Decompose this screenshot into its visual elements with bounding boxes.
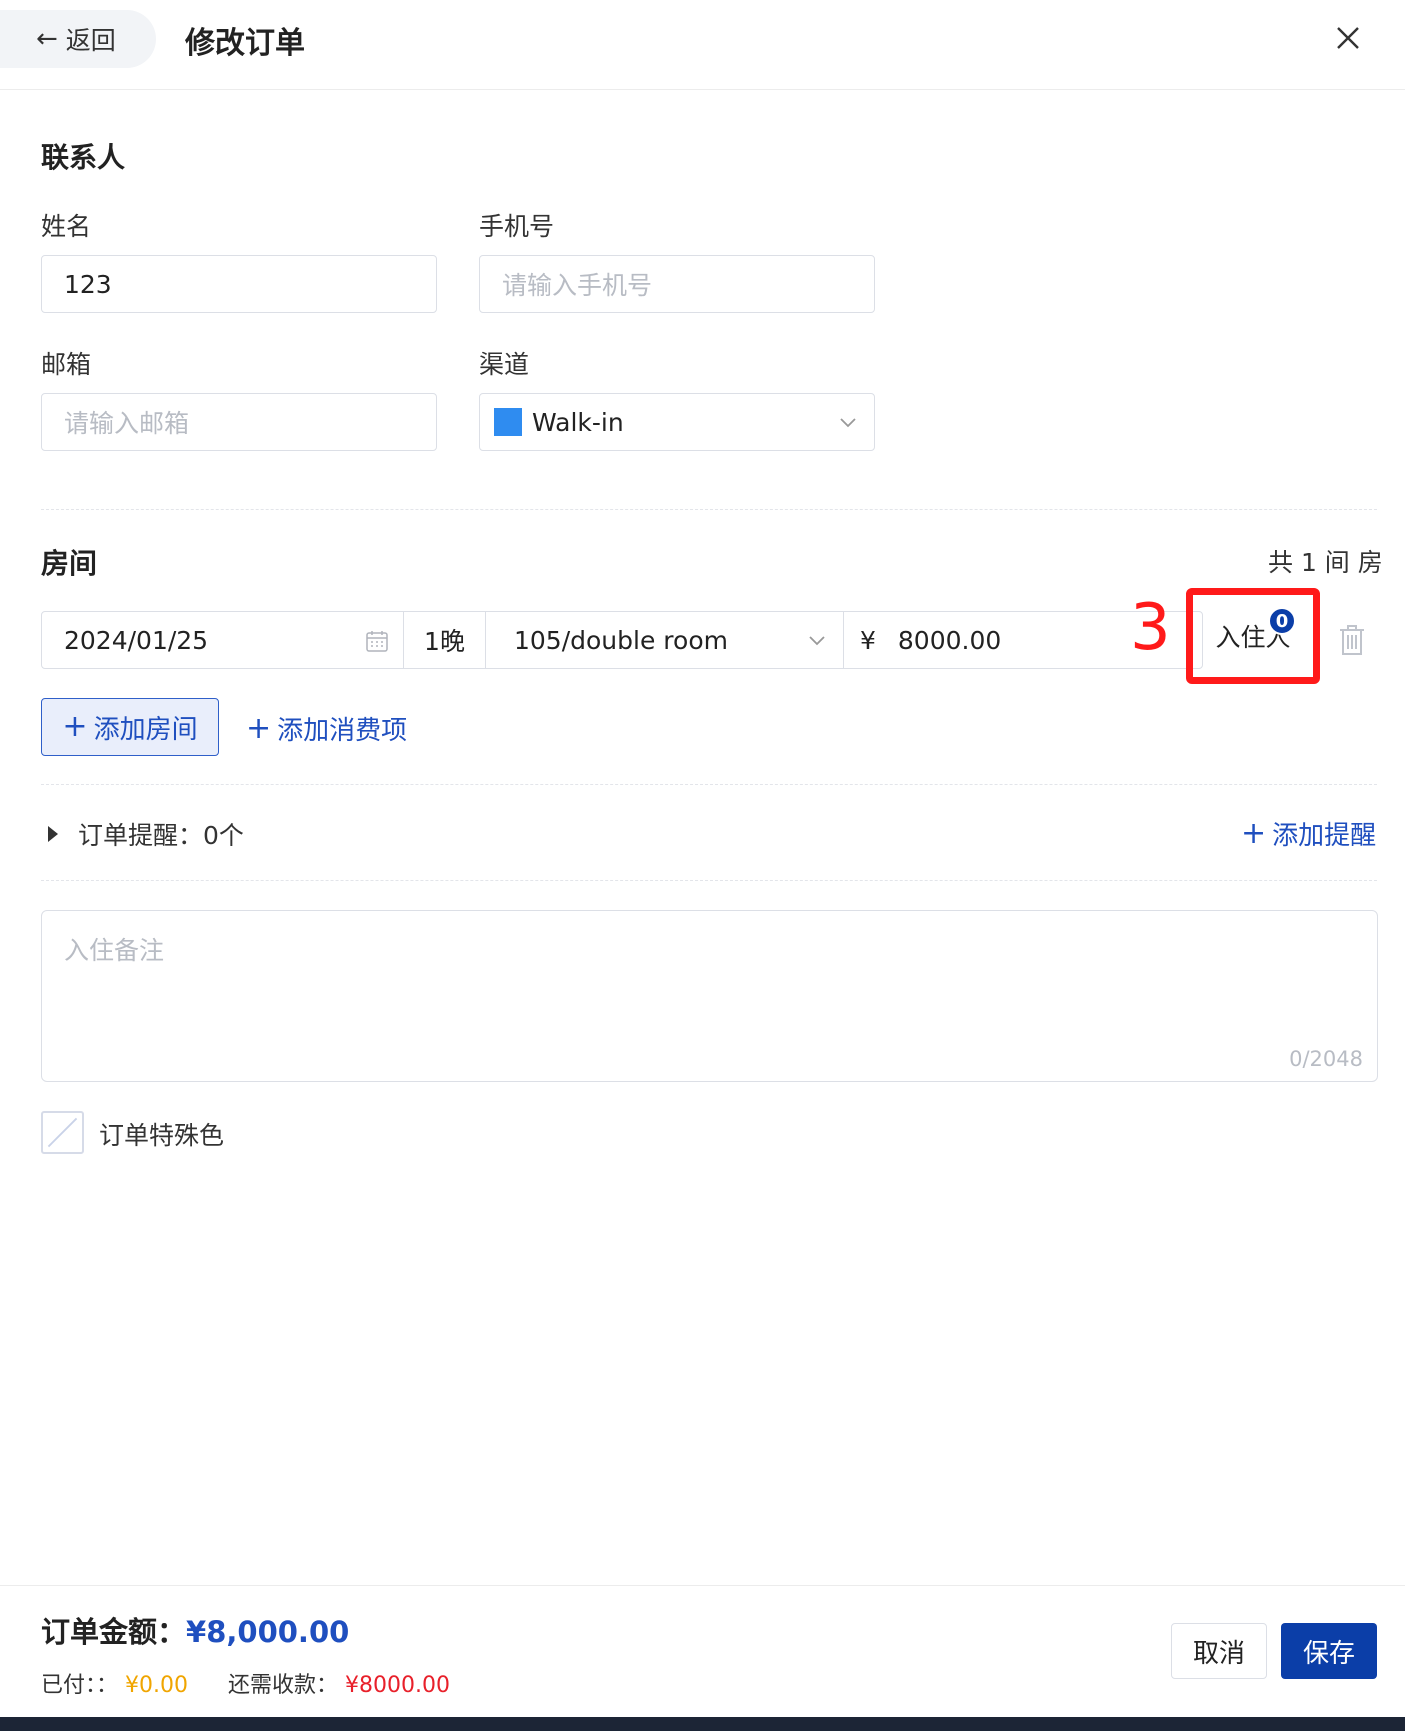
contact-section-title: 联系人	[41, 141, 126, 174]
email-label: 邮箱	[41, 350, 92, 379]
add-expense-label: 添加消费项	[277, 716, 408, 746]
room-count: 共 1 间 房	[1268, 548, 1383, 577]
rooms-section-title: 房间	[41, 547, 98, 580]
section-divider	[41, 509, 1377, 510]
name-label: 姓名	[41, 212, 92, 241]
due-value: ¥8000.00	[345, 1673, 450, 1698]
section-divider	[41, 880, 1377, 881]
order-total: 订单金额：¥8,000.00	[41, 1609, 349, 1651]
notes-placeholder: 入住备注	[64, 936, 165, 965]
paid-label: 已付：：	[41, 1673, 119, 1698]
date-picker[interactable]: 2024/01/25	[41, 611, 404, 669]
special-color-label: 订单特殊色	[99, 1121, 225, 1150]
taskbar-strip	[0, 1717, 1405, 1731]
phone-input[interactable]: 请输入手机号	[479, 255, 875, 313]
cancel-button[interactable]: 取消	[1171, 1623, 1267, 1679]
payment-summary: 已付：： ¥0.00 还需收款： ¥8000.00	[41, 1667, 450, 1699]
date-value: 2024/01/25	[64, 625, 209, 655]
plus-icon: +	[246, 710, 272, 746]
step-annotation: 3	[1130, 591, 1171, 665]
channel-color-swatch	[494, 408, 522, 436]
add-reminder-label: 添加提醒	[1272, 821, 1377, 851]
caret-right-icon	[48, 826, 58, 842]
nights-value: 1晚	[424, 627, 465, 656]
notes-counter: 0/2048	[1289, 1047, 1363, 1071]
phone-placeholder: 请输入手机号	[502, 271, 653, 300]
channel-value: Walk-in	[532, 407, 624, 437]
nights-field[interactable]: 1晚	[403, 611, 486, 669]
add-room-label: 添加房间	[93, 714, 198, 745]
email-placeholder: 请输入邮箱	[64, 409, 190, 438]
notes-textarea[interactable]: 入住备注 0/2048	[41, 910, 1378, 1082]
save-button[interactable]: 保存	[1281, 1623, 1377, 1679]
guest-button[interactable]: 入住人	[1186, 588, 1320, 684]
add-reminder-button[interactable]: + 添加提醒	[1241, 815, 1376, 852]
trash-icon[interactable]	[1338, 624, 1366, 656]
arrow-left-icon: ←	[36, 24, 58, 54]
plus-icon: +	[62, 709, 88, 744]
close-icon[interactable]	[1330, 20, 1366, 56]
header: ← 返回 修改订单	[0, 0, 1405, 90]
special-color-picker[interactable]	[41, 1111, 84, 1154]
chevron-down-icon	[840, 418, 856, 428]
total-value: ¥8,000.00	[186, 1615, 350, 1649]
channel-label: 渠道	[479, 350, 530, 379]
channel-select[interactable]: Walk-in	[479, 393, 875, 451]
page-title: 修改订单	[185, 26, 305, 61]
section-divider	[41, 784, 1377, 785]
back-label: 返回	[65, 26, 116, 55]
reminder-label: 订单提醒：0个	[78, 821, 244, 850]
guest-count-badge: 0	[1268, 607, 1296, 635]
total-label: 订单金额：	[41, 1615, 187, 1649]
paid-value: ¥0.00	[125, 1673, 188, 1698]
room-value: 105/double room	[514, 625, 728, 655]
room-select[interactable]: 105/double room	[485, 611, 844, 669]
due-label: 还需收款：	[228, 1673, 339, 1698]
calendar-icon	[366, 631, 388, 652]
plus-icon: +	[1241, 815, 1267, 851]
chevron-down-icon	[809, 636, 825, 646]
email-input[interactable]: 请输入邮箱	[41, 393, 437, 451]
back-button[interactable]: ← 返回	[0, 10, 156, 68]
name-input[interactable]: 123	[41, 255, 437, 313]
name-value: 123	[64, 269, 112, 299]
price-value: 8000.00	[897, 625, 1002, 655]
currency-symbol: ¥	[860, 625, 876, 655]
add-expense-button[interactable]: + 添加消费项	[246, 710, 407, 747]
phone-label: 手机号	[479, 212, 555, 241]
add-room-button[interactable]: + 添加房间	[41, 698, 219, 756]
reminder-toggle[interactable]: 订单提醒：0个	[48, 816, 244, 852]
